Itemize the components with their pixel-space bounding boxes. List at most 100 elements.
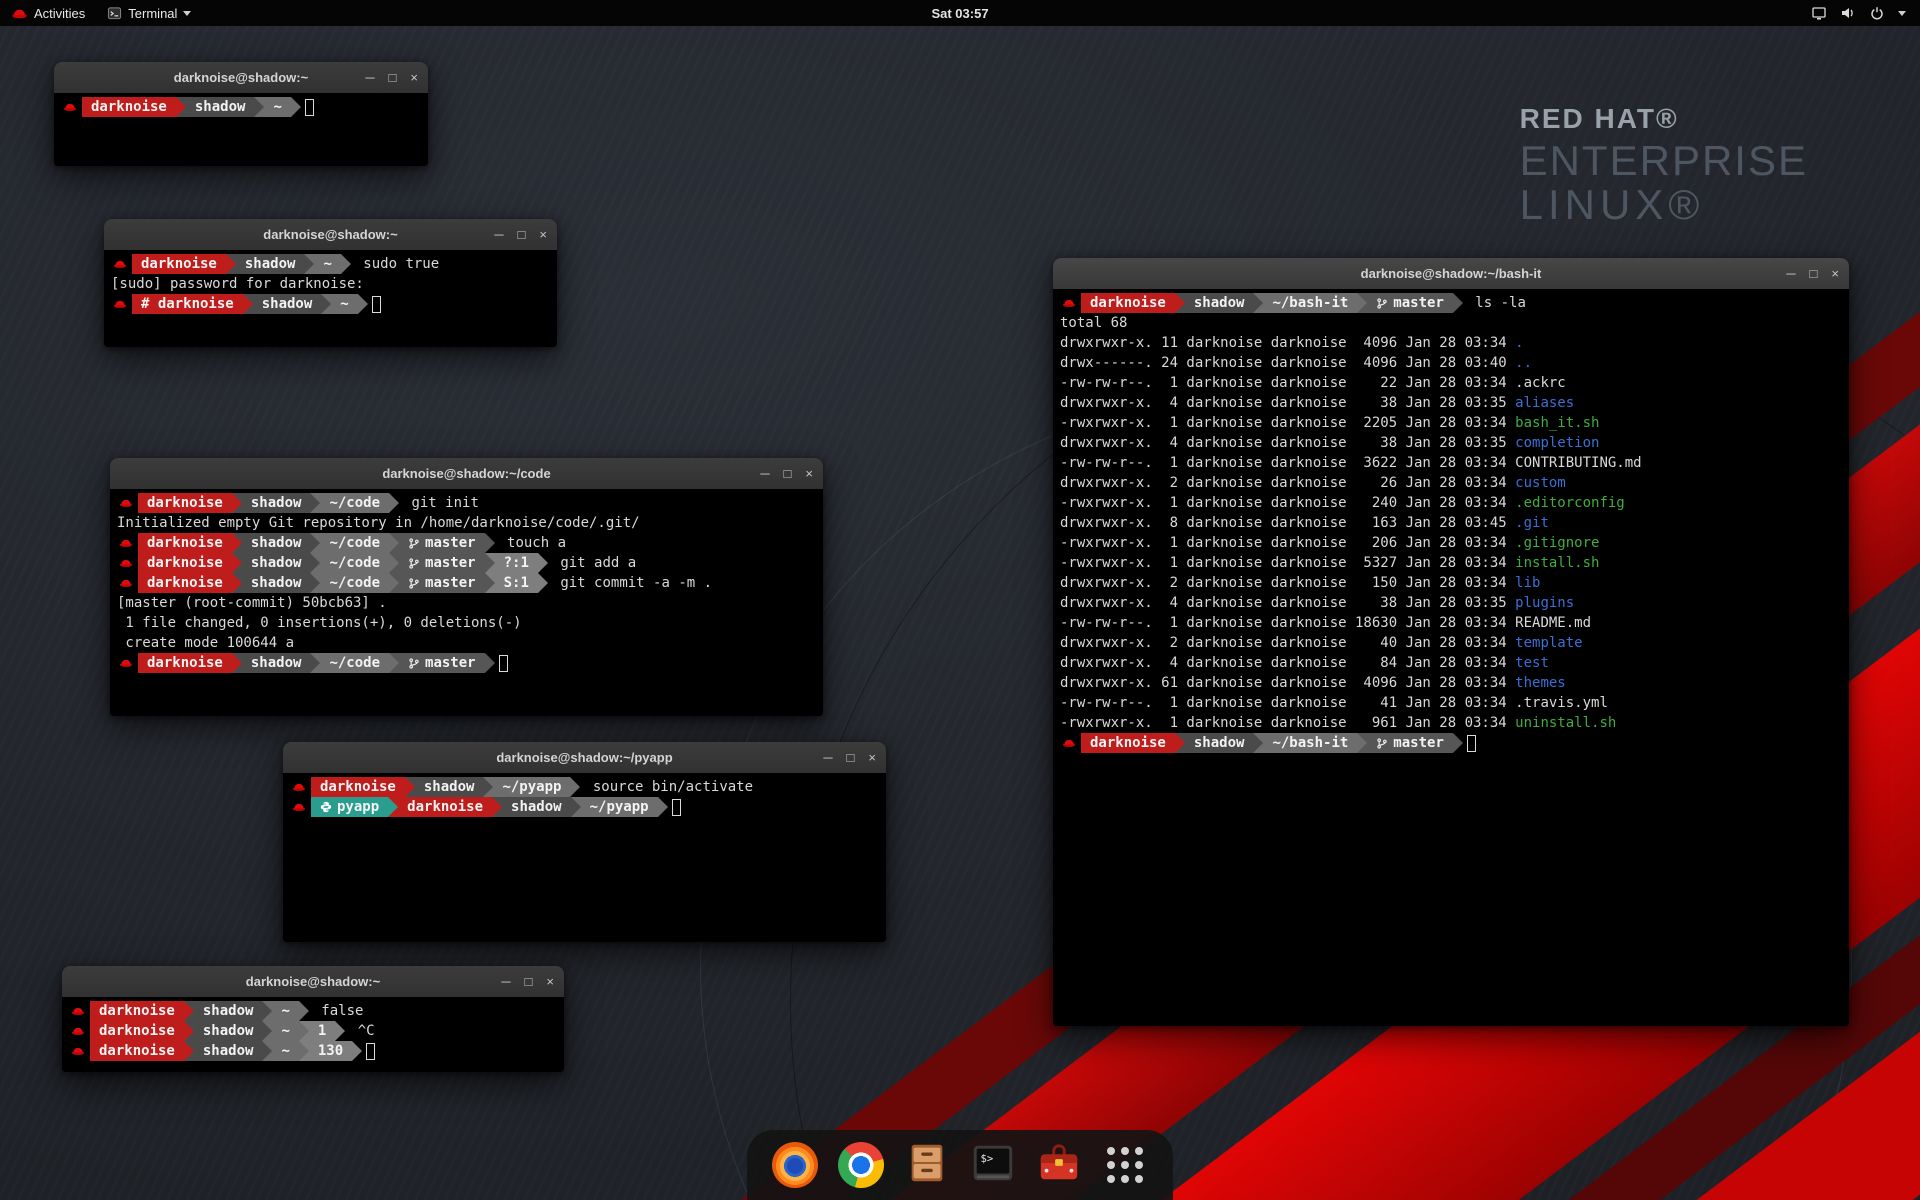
prompt-segment-user: darknoise — [90, 1021, 184, 1041]
minimize-button[interactable]: ─ — [1786, 267, 1795, 280]
maximize-button[interactable]: □ — [518, 228, 526, 241]
minimize-button[interactable]: ─ — [494, 228, 503, 241]
maximize-button[interactable]: □ — [389, 71, 397, 84]
terminal-window-home-sudo[interactable]: darknoise@shadow:~─□×darknoiseshadow~ su… — [104, 219, 557, 347]
activities-button[interactable]: Activities — [0, 0, 96, 26]
terminal-line: darknoiseshadow~/codemaster?:1 git add a — [117, 553, 816, 573]
close-button[interactable]: × — [805, 467, 813, 480]
minimize-button[interactable]: ─ — [823, 751, 832, 764]
maximize-button[interactable]: □ — [784, 467, 792, 480]
volume-icon[interactable] — [1840, 5, 1856, 21]
terminal-text: -rw-rw-r--. 1 darknoise darknoise 18630 … — [1060, 613, 1515, 633]
terminal-text: plugins — [1515, 593, 1574, 613]
git-branch-icon — [1376, 737, 1388, 750]
power-icon[interactable] — [1869, 5, 1885, 21]
terminal-body[interactable]: darknoiseshadow~/bash-itmaster ls -latot… — [1053, 289, 1849, 1026]
terminal-text: drwxrwxr-x. 4 darknoise darknoise 38 Jan… — [1060, 433, 1515, 453]
python-icon — [320, 801, 332, 813]
terminal-text: -rwxrwxr-x. 1 darknoise darknoise 2205 J… — [1060, 413, 1515, 433]
terminal-text: drwxrwxr-x. 11 darknoise darknoise 4096 … — [1060, 333, 1515, 353]
terminal-line: drwxrwxr-x. 4 darknoise darknoise 38 Jan… — [1060, 393, 1842, 413]
terminal-line: drwxrwxr-x. 2 darknoise darknoise 26 Jan… — [1060, 473, 1842, 493]
terminal-cursor — [499, 655, 508, 672]
display-icon[interactable] — [1811, 5, 1827, 21]
minimize-button[interactable]: ─ — [501, 975, 510, 988]
terminal-body[interactable]: darknoiseshadow~ — [54, 93, 428, 166]
terminal-line: darknoiseshadow~/codemasterS:1 git commi… — [117, 573, 816, 593]
dock-item-app-grid[interactable] — [1101, 1141, 1149, 1189]
terminal-text: template — [1515, 633, 1582, 653]
git-branch-icon — [1376, 297, 1388, 310]
dock-item-toolbox[interactable] — [1035, 1141, 1083, 1189]
prompt-segment-git: master — [389, 573, 485, 593]
prompt-segment-host: shadow — [232, 493, 311, 513]
prompt-segment-path: ~/code — [310, 573, 389, 593]
redhat-prompt-icon — [119, 558, 133, 568]
toolbox-icon — [1036, 1140, 1082, 1191]
firefox-icon — [772, 1142, 818, 1188]
app-menu-terminal[interactable]: Terminal — [96, 0, 202, 26]
window-titlebar[interactable]: darknoise@shadow:~/bash-it─□× — [1053, 258, 1849, 290]
terminal-window-pyapp[interactable]: darknoise@shadow:~/pyapp ─ □ × darknoiseshad… — [283, 742, 886, 942]
terminal-line: darknoiseshadow~/code git init — [117, 493, 816, 513]
prompt-segment-user: darknoise — [90, 1041, 184, 1061]
git-branch-icon — [408, 537, 420, 550]
terminal-text: .editorconfig — [1515, 493, 1625, 513]
terminal-body[interactable]: darknoiseshadow~/code git initInitialize… — [110, 489, 823, 716]
minimize-button[interactable]: ─ — [365, 71, 374, 84]
redhat-prompt-icon — [71, 1026, 85, 1036]
terminal-body[interactable]: darknoiseshadow~ sudo true[sudo] passwor… — [104, 250, 557, 347]
window-title: darknoise@shadow:~/pyapp — [496, 750, 672, 765]
redhat-prompt-icon — [119, 498, 133, 508]
dock-item-chrome[interactable] — [837, 1141, 885, 1189]
minimize-button[interactable]: ─ — [760, 467, 769, 480]
maximize-button[interactable]: □ — [1810, 267, 1818, 280]
terminal-line: -rw-rw-r--. 1 darknoise darknoise 41 Jan… — [1060, 693, 1842, 713]
terminal-text: install.sh — [1515, 553, 1599, 573]
terminal-text: total 68 — [1060, 313, 1127, 333]
close-button[interactable]: × — [1831, 267, 1839, 280]
prompt-segment-host: shadow — [232, 553, 311, 573]
dock-item-terminal[interactable]: $> — [969, 1141, 1017, 1189]
prompt-segment-host: shadow — [405, 777, 484, 797]
prompt-segment-path: ~/pyapp — [571, 797, 658, 817]
close-button[interactable]: × — [410, 71, 418, 84]
terminal-window-home-1[interactable]: darknoise@shadow:~─□×darknoiseshadow~ — [54, 62, 428, 166]
terminal-text: themes — [1515, 673, 1566, 693]
prompt-segment-host: shadow — [176, 97, 255, 117]
window-titlebar[interactable]: darknoise@shadow:~─□× — [104, 219, 557, 251]
terminal-window-home-exit[interactable]: darknoise@shadow:~─□×darknoiseshadow~ fa… — [62, 966, 564, 1072]
prompt-segment-user: darknoise — [311, 777, 405, 797]
terminal-text: ^C — [349, 1021, 374, 1041]
terminal-window-bash-it[interactable]: darknoise@shadow:~/bash-it─□×darknoisesh… — [1053, 258, 1849, 1026]
prompt-segment-host: shadow — [226, 254, 305, 274]
maximize-button[interactable]: □ — [525, 975, 533, 988]
close-button[interactable]: × — [868, 751, 876, 764]
chevron-down-icon[interactable] — [1898, 11, 1906, 16]
prompt-segment-git: master — [1357, 733, 1453, 753]
prompt-segment-path: ~/pyapp — [483, 777, 570, 797]
window-titlebar[interactable]: darknoise@shadow:~/code─□× — [110, 458, 823, 490]
window-controls: ─ □ × — [494, 219, 547, 250]
window-titlebar[interactable]: darknoise@shadow:~─□× — [62, 966, 564, 998]
dock-item-firefox[interactable] — [771, 1141, 819, 1189]
dock-item-files[interactable] — [903, 1141, 951, 1189]
terminal-window-code[interactable]: darknoise@shadow:~/code─□×darknoiseshado… — [110, 458, 823, 716]
redhat-logo-icon — [11, 7, 28, 20]
close-button[interactable]: × — [539, 228, 547, 241]
prompt-segment-git: master — [1357, 293, 1453, 313]
terminal-line: darknoiseshadow~1 ^C — [69, 1021, 557, 1041]
terminal-line: darknoiseshadow~/bash-itmaster ls -la — [1060, 293, 1842, 313]
terminal-body[interactable]: darknoiseshadow~ falsedarknoiseshadow~1 … — [62, 997, 564, 1072]
window-titlebar[interactable]: darknoise@shadow:~─□× — [54, 62, 428, 94]
maximize-button[interactable]: □ — [847, 751, 855, 764]
app-grid-icon — [1107, 1147, 1143, 1183]
terminal-app-icon — [107, 6, 122, 21]
clock[interactable]: Sat 03:57 — [931, 6, 988, 21]
branding-redhat: RED HAT® — [1520, 104, 1808, 133]
window-controls: ─ □ × — [365, 62, 418, 93]
terminal-body[interactable]: darknoiseshadow~/pyapp source bin/activa… — [283, 773, 886, 942]
window-titlebar[interactable]: darknoise@shadow:~/pyapp ─ □ × — [283, 742, 886, 774]
prompt-segment-user: darknoise — [138, 493, 232, 513]
close-button[interactable]: × — [546, 975, 554, 988]
